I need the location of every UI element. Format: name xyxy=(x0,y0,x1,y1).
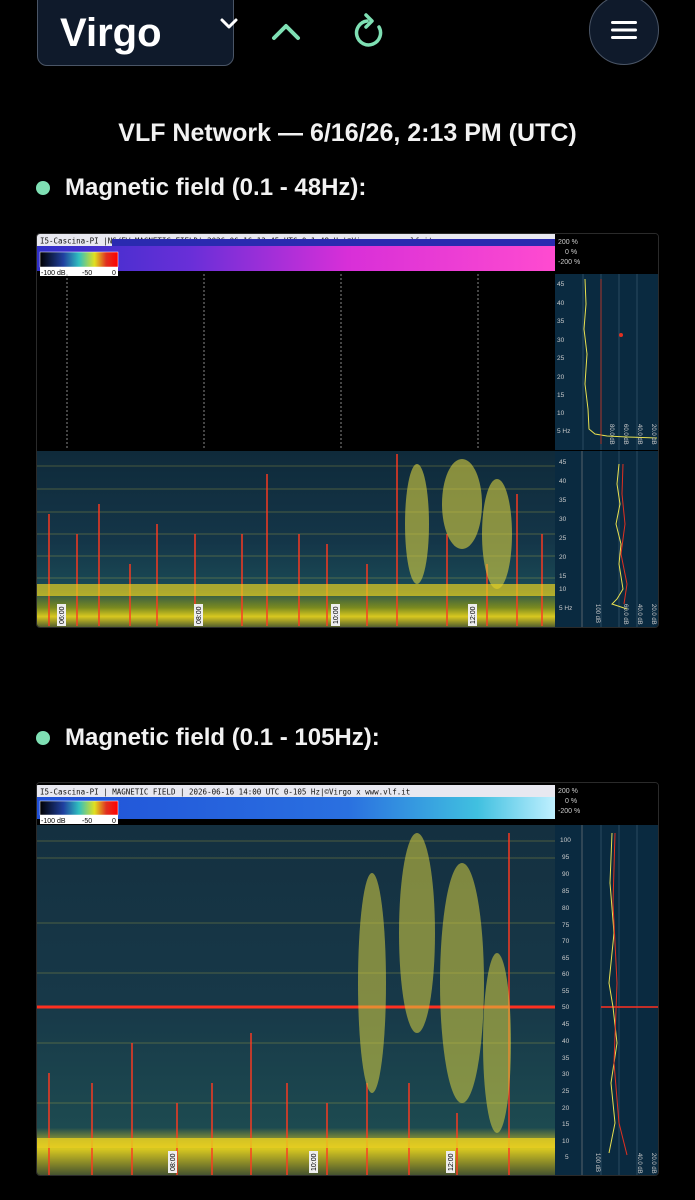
pct-label: 0 % xyxy=(565,798,577,805)
svg-text:08:00: 08:00 xyxy=(170,1153,177,1171)
svg-text:60: 60 xyxy=(562,971,570,978)
chevron-up-icon[interactable] xyxy=(268,14,304,50)
pct-label: -200 % xyxy=(558,259,580,266)
reload-icon[interactable] xyxy=(352,12,388,52)
svg-text:95: 95 xyxy=(562,854,570,861)
pct-label: 0 % xyxy=(565,249,577,256)
svg-text:85: 85 xyxy=(562,888,570,895)
scale-label: 0 xyxy=(112,270,116,277)
scale-label: -50 xyxy=(82,818,92,825)
svg-text:10: 10 xyxy=(557,410,565,417)
svg-text:35: 35 xyxy=(562,1055,570,1062)
svg-text:5: 5 xyxy=(565,1154,569,1161)
pct-label: 200 % xyxy=(558,239,578,246)
section-title: Magnetic field (0.1 - 105Hz): xyxy=(65,724,380,751)
scale-label: -100 dB xyxy=(41,818,66,825)
svg-text:25: 25 xyxy=(562,1088,570,1095)
svg-text:35: 35 xyxy=(559,497,567,504)
svg-text:10:00: 10:00 xyxy=(311,1153,318,1171)
svg-text:100: 100 xyxy=(560,837,571,844)
svg-text:20: 20 xyxy=(562,1105,570,1112)
svg-text:100 dB: 100 dB xyxy=(594,604,600,623)
svg-text:15: 15 xyxy=(559,573,567,580)
menu-button[interactable] xyxy=(589,0,659,65)
svg-text:45: 45 xyxy=(559,459,567,466)
svg-text:70: 70 xyxy=(562,938,570,945)
chevron-down-icon xyxy=(220,18,238,29)
station-dropdown[interactable]: Virgo xyxy=(37,0,238,66)
svg-text:80.0 dB: 80.0 dB xyxy=(608,424,614,445)
bullet-dot xyxy=(36,181,50,195)
svg-text:40.0 dB: 40.0 dB xyxy=(636,1153,642,1174)
svg-text:12:00: 12:00 xyxy=(448,1153,455,1171)
pct-label: 200 % xyxy=(558,788,578,795)
svg-text:40.0 dB: 40.0 dB xyxy=(636,604,642,625)
spectrogram-105hz[interactable]: I5-Cascina-PI | MAGNETIC FIELD | 2026-06… xyxy=(36,782,659,1176)
svg-text:65: 65 xyxy=(562,955,570,962)
svg-text:25: 25 xyxy=(557,355,565,362)
spectrogram-48hz[interactable]: I5-Cascina-PI |NS/EW-MAGNETIC FIELD| 202… xyxy=(36,233,659,628)
svg-text:20.0 dB: 20.0 dB xyxy=(650,1153,656,1174)
pct-label: -200 % xyxy=(558,808,580,815)
section-heading: Magnetic field (0.1 - 105Hz): xyxy=(36,724,380,752)
svg-text:15: 15 xyxy=(557,392,565,399)
svg-text:12:00: 12:00 xyxy=(470,606,477,624)
hamburger-menu-icon xyxy=(611,21,637,39)
svg-text:60.0 dB: 60.0 dB xyxy=(622,424,628,445)
scale-label: -50 xyxy=(82,270,92,277)
svg-text:60.0 dB: 60.0 dB xyxy=(622,604,628,625)
spectrogram-48hz-image: I5-Cascina-PI |NS/EW-MAGNETIC FIELD| 202… xyxy=(37,234,658,627)
svg-text:40: 40 xyxy=(559,478,567,485)
svg-text:5 Hz: 5 Hz xyxy=(557,428,570,435)
spectrogram-105hz-image: I5-Cascina-PI | MAGNETIC FIELD | 2026-06… xyxy=(37,783,658,1175)
svg-text:08:00: 08:00 xyxy=(196,606,203,624)
scale-label: -100 dB xyxy=(41,270,66,277)
svg-text:20.0 dB: 20.0 dB xyxy=(650,424,656,445)
svg-text:45: 45 xyxy=(562,1021,570,1028)
section-heading: Magnetic field (0.1 - 48Hz): xyxy=(36,174,366,202)
svg-text:25: 25 xyxy=(559,535,567,542)
svg-text:20: 20 xyxy=(557,374,565,381)
page-title: VLF Network — 6/16/26, 2:13 PM (UTC) xyxy=(118,119,577,147)
svg-text:40: 40 xyxy=(562,1038,570,1045)
scale-label: 0 xyxy=(112,818,116,825)
svg-text:55: 55 xyxy=(562,988,570,995)
station-name: Virgo xyxy=(60,10,162,55)
top-bar: Virgo xyxy=(0,0,695,70)
svg-text:10: 10 xyxy=(559,586,567,593)
spectrogram-banner: I5-Cascina-PI | MAGNETIC FIELD | 2026-06… xyxy=(40,788,410,797)
section-title: Magnetic field (0.1 - 48Hz): xyxy=(65,174,367,201)
svg-text:10:00: 10:00 xyxy=(333,606,340,624)
svg-text:50: 50 xyxy=(562,1004,570,1011)
svg-text:75: 75 xyxy=(562,922,570,929)
svg-text:30: 30 xyxy=(562,1071,570,1078)
svg-text:40.0 dB: 40.0 dB xyxy=(636,424,642,445)
svg-text:40: 40 xyxy=(557,300,565,307)
svg-text:20.0 dB: 20.0 dB xyxy=(650,604,656,625)
svg-text:30: 30 xyxy=(559,516,567,523)
svg-text:10: 10 xyxy=(562,1138,570,1145)
bullet-dot xyxy=(36,731,50,745)
svg-text:06:00: 06:00 xyxy=(59,606,66,624)
svg-text:100 dB: 100 dB xyxy=(594,1153,600,1172)
svg-text:30: 30 xyxy=(557,337,565,344)
svg-text:90: 90 xyxy=(562,871,570,878)
svg-text:35: 35 xyxy=(557,318,565,325)
svg-text:45: 45 xyxy=(557,281,565,288)
svg-text:5 Hz: 5 Hz xyxy=(559,605,572,612)
svg-text:15: 15 xyxy=(562,1121,570,1128)
svg-text:80: 80 xyxy=(562,905,570,912)
svg-text:20: 20 xyxy=(559,554,567,561)
